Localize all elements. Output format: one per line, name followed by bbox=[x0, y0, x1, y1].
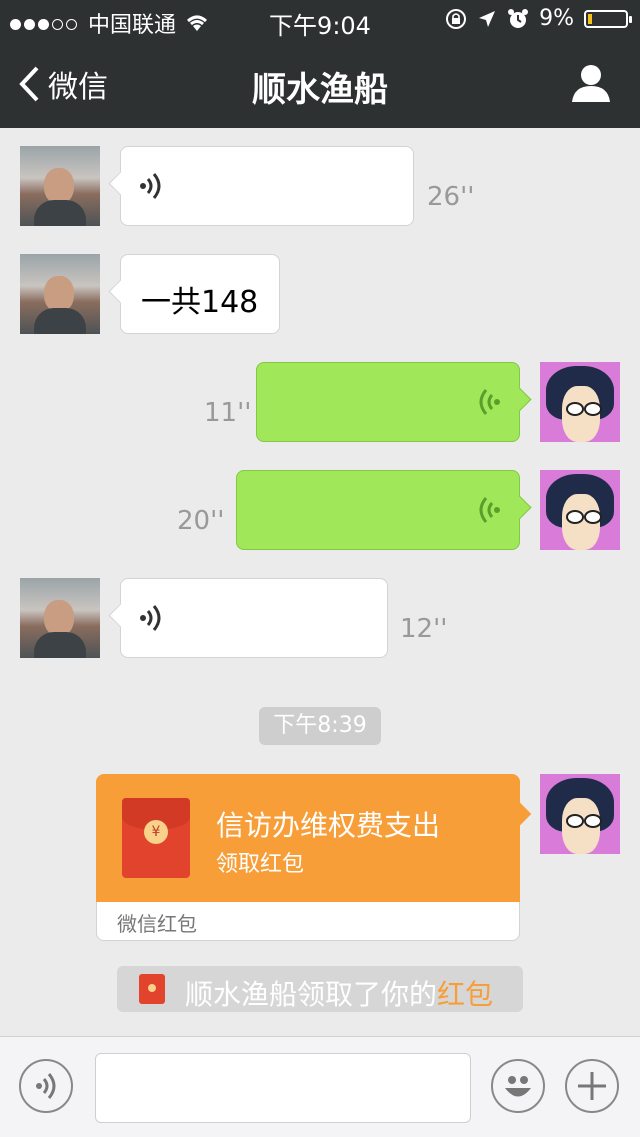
voice-duration: 20'' bbox=[177, 506, 225, 536]
voice-duration: 26'' bbox=[427, 182, 475, 212]
location-icon bbox=[479, 10, 496, 27]
voice-duration: 11'' bbox=[204, 398, 252, 428]
status-bar: 中国联通 下午9:04 9% bbox=[0, 0, 640, 40]
profile-icon[interactable] bbox=[570, 62, 612, 104]
battery-percent: 9% bbox=[539, 6, 574, 31]
voice-icon bbox=[36, 1073, 56, 1099]
red-packet-title: 信访办维权费支出 bbox=[216, 809, 441, 842]
emoji-icon bbox=[505, 1076, 531, 1097]
my-avatar[interactable] bbox=[540, 774, 620, 854]
voice-icon bbox=[479, 389, 500, 415]
voice-input-button[interactable] bbox=[19, 1059, 73, 1113]
red-packet-subtitle: 领取红包 bbox=[216, 852, 305, 877]
plus-icon bbox=[578, 1072, 606, 1100]
contact-avatar[interactable] bbox=[20, 578, 100, 658]
message-input[interactable] bbox=[95, 1053, 471, 1123]
chat-timestamp: 下午8:39 bbox=[259, 707, 381, 745]
voice-duration: 12'' bbox=[400, 614, 448, 644]
nav-bar: 微信 顺水渔船 bbox=[0, 40, 640, 128]
red-packet-body: ¥ 信访办维权费支出 领取红包 bbox=[96, 774, 520, 902]
alarm-icon bbox=[508, 8, 529, 28]
notice-link[interactable]: 红包 bbox=[437, 978, 493, 1011]
chat-title: 顺水渔船 bbox=[252, 70, 388, 110]
message-text: 一共148 bbox=[141, 285, 259, 320]
voice-icon bbox=[140, 605, 161, 631]
my-avatar[interactable] bbox=[540, 362, 620, 442]
voice-message-bubble[interactable] bbox=[120, 146, 414, 226]
voice-message-bubble[interactable] bbox=[120, 578, 388, 658]
lock-rotation-icon bbox=[446, 8, 467, 29]
status-right: 9% bbox=[445, 6, 632, 31]
voice-icon bbox=[479, 497, 500, 523]
notice-text: 顺水渔船领取了你的 bbox=[185, 978, 438, 1011]
contact-avatar[interactable] bbox=[20, 146, 100, 226]
battery-icon bbox=[584, 9, 632, 28]
voice-message-bubble[interactable] bbox=[236, 470, 520, 550]
contact-avatar[interactable] bbox=[20, 254, 100, 334]
red-packet-message[interactable]: ¥ 信访办维权费支出 领取红包 微信红包 bbox=[96, 774, 520, 941]
red-packet-icon bbox=[139, 974, 165, 1004]
red-packet-footer: 微信红包 bbox=[96, 902, 520, 941]
voice-icon bbox=[140, 173, 161, 199]
text-message-bubble[interactable]: 一共148 bbox=[120, 254, 280, 334]
voice-message-bubble[interactable] bbox=[256, 362, 520, 442]
red-packet-notice: 顺水渔船领取了你的红包 bbox=[117, 966, 523, 1012]
emoji-button[interactable] bbox=[491, 1059, 545, 1113]
more-button[interactable] bbox=[565, 1059, 619, 1113]
red-envelope-icon: ¥ bbox=[122, 798, 190, 878]
my-avatar[interactable] bbox=[540, 470, 620, 550]
input-bar bbox=[0, 1036, 640, 1137]
